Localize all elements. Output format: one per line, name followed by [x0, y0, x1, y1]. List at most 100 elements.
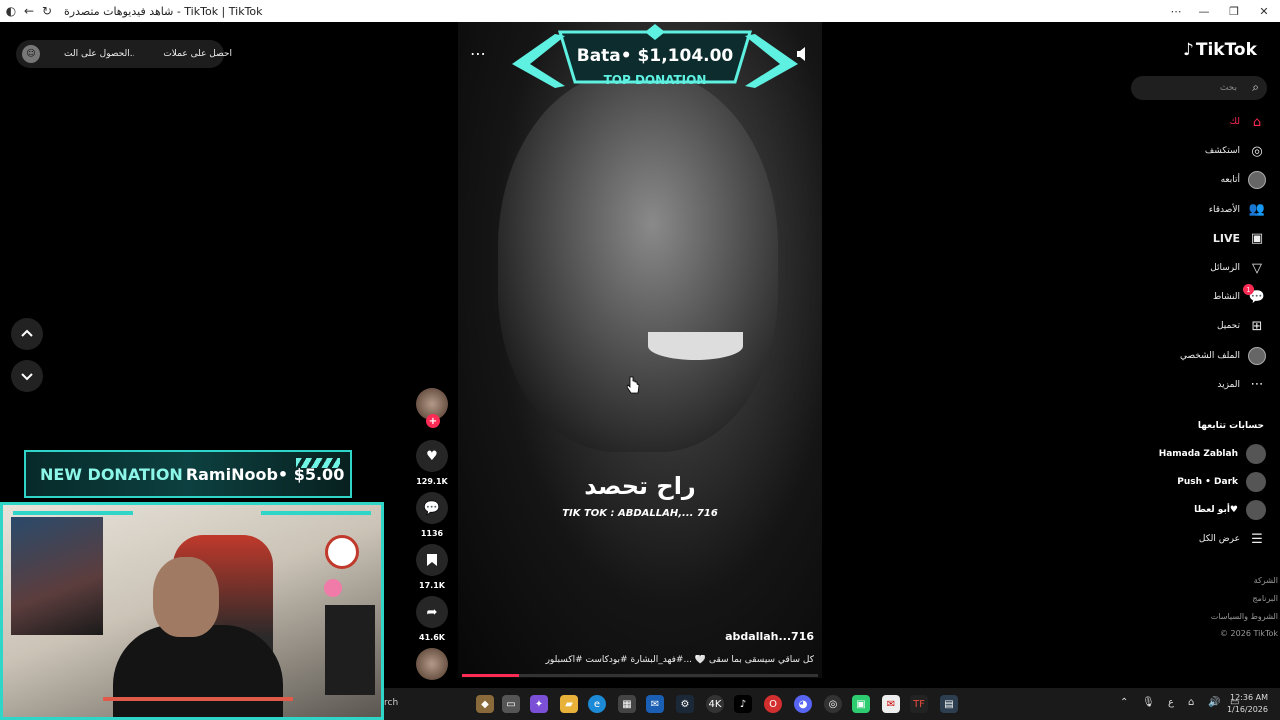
- discord-icon[interactable]: ◕: [794, 695, 812, 713]
- comment-button[interactable]: 💬: [416, 492, 448, 524]
- following-account[interactable]: Hamada Zablah: [1159, 443, 1266, 465]
- taskbar-search[interactable]: rch: [384, 698, 398, 708]
- get-coins-pill: ☺ الحصول على الت... احصل على عملات: [16, 40, 232, 68]
- sidebar-item-label: LIVE: [1212, 232, 1240, 246]
- app-4k-icon[interactable]: 4K: [706, 695, 724, 713]
- next-video-button[interactable]: [11, 360, 43, 392]
- donation-stripes: [296, 458, 340, 468]
- video-progress-fill: [462, 674, 519, 677]
- following-avatar-icon: [1248, 171, 1266, 190]
- comment-icon: 💬: [423, 500, 441, 516]
- streamer-body: [113, 625, 283, 717]
- video-subject: [498, 72, 778, 452]
- search-icon[interactable]: ⌕: [1252, 80, 1259, 95]
- sidebar-item-activity[interactable]: النشاط 💬 1: [1212, 284, 1266, 308]
- previous-video-button[interactable]: [11, 318, 43, 350]
- music-disc-avatar[interactable]: [416, 648, 448, 680]
- reload-icon[interactable]: ↻: [40, 4, 54, 18]
- like-count: 129.1K: [416, 477, 448, 486]
- share-button[interactable]: ➦: [416, 596, 448, 628]
- footer-terms[interactable]: الشروط والسياسات: [1211, 612, 1278, 621]
- screen-icon[interactable]: ▤: [940, 695, 958, 713]
- obs-icon[interactable]: ◎: [824, 695, 842, 713]
- video-more-icon[interactable]: ⋯: [470, 44, 487, 63]
- network-icon[interactable]: ⌂: [1188, 697, 1194, 708]
- sidebar-item-more[interactable]: المزيد ⋯: [1217, 374, 1266, 396]
- sidebar-item-label: استكشف: [1204, 146, 1240, 157]
- sidebar-item-label: المزيد: [1217, 379, 1240, 390]
- follow-plus-button[interactable]: +: [426, 414, 440, 428]
- avatar: [1246, 472, 1266, 492]
- sidebar-item-home[interactable]: لك ⌂: [1230, 111, 1266, 133]
- outlook-icon[interactable]: ✉: [646, 695, 664, 713]
- comment-count: 1136: [420, 529, 444, 538]
- minimize-icon[interactable]: —: [1190, 0, 1218, 22]
- tray-chevron-up-icon[interactable]: ⌃: [1120, 697, 1128, 708]
- upload-icon: ⊞: [1251, 318, 1263, 334]
- sidebar-item-label: أتابعه: [1220, 175, 1240, 186]
- taskbar: rch ◆ ▭ ✦ ▰ e ▦ ✉ ⚙ 4K ♪ O ◕ ◎ ▣ ✉ TF ▤ …: [384, 688, 1280, 720]
- back-icon[interactable]: ←: [22, 4, 36, 18]
- edge-icon[interactable]: e: [588, 695, 606, 713]
- sidebar-item-profile[interactable]: الملف الشخصي: [1180, 345, 1266, 367]
- top-donation-label: TOP DONATION: [603, 73, 707, 87]
- tf-icon[interactable]: TF: [910, 695, 928, 713]
- following-account-name: أبو لعطا♥: [1194, 505, 1238, 515]
- compass-icon: ◎: [1251, 143, 1263, 159]
- sidebar-item-messages[interactable]: الرسائل ▽: [1210, 257, 1266, 279]
- messages-icon: ▽: [1252, 260, 1262, 276]
- taskbar-clock[interactable]: 12:36 AM 1/16/2026: [1227, 692, 1268, 716]
- search-placeholder: بحث: [1219, 83, 1237, 93]
- steam-icon[interactable]: ⚙: [676, 695, 694, 713]
- speaker-icon[interactable]: 🔊: [1208, 697, 1220, 708]
- following-account[interactable]: Push • Dark: [1177, 471, 1266, 493]
- widget-icon[interactable]: ◆: [476, 695, 494, 713]
- sidebar-item-following-avatar[interactable]: أتابعه: [1221, 169, 1266, 191]
- copilot-icon[interactable]: ✦: [530, 695, 548, 713]
- top-donation-banner: Bata• $1,104.00 TOP DONATION: [510, 24, 800, 94]
- cam-frame-accent: [261, 511, 371, 515]
- sidebar-item-compass[interactable]: استكشف ◎: [1205, 140, 1266, 162]
- video-author[interactable]: abdallah...716: [650, 630, 814, 643]
- see-all-label: عرض الكل: [1198, 534, 1240, 544]
- video-progress-bar[interactable]: [462, 674, 818, 677]
- sidebar-item-label: تحميل: [1216, 321, 1240, 332]
- clock-date: 1/16/2026: [1226, 705, 1268, 714]
- sidebar-item-label: الأصدقاء: [1208, 204, 1240, 215]
- see-all-link[interactable]: عرض الكل ☰: [1199, 528, 1266, 550]
- following-account[interactable]: أبو لعطا♥: [1194, 499, 1266, 521]
- tiktok-taskbar-icon[interactable]: ♪: [734, 695, 752, 713]
- save-button[interactable]: [416, 544, 448, 576]
- save-count: 17.1K: [419, 581, 445, 590]
- video-player[interactable]: [458, 22, 822, 678]
- more-icon: ⋯: [1250, 377, 1264, 393]
- tiktok-logo[interactable]: ♪ TikTok: [1183, 40, 1257, 60]
- new-donation-overlay: NEW DONATION RamiNoob• $5.00: [24, 450, 352, 498]
- search-input[interactable]: بحث ⌕: [1131, 76, 1267, 100]
- sidebar-item-upload[interactable]: تحميل ⊞: [1217, 315, 1266, 337]
- like-button[interactable]: ♥: [416, 440, 448, 472]
- streamer-head: [153, 557, 219, 637]
- following-accounts-title: حسابات تتابعها: [1197, 421, 1264, 431]
- store-icon[interactable]: ▦: [618, 695, 636, 713]
- sidebar-item-friends[interactable]: الأصدقاء 👥: [1209, 199, 1266, 221]
- mail-icon[interactable]: ✉: [882, 695, 900, 713]
- opera-icon[interactable]: O: [764, 695, 782, 713]
- avatar[interactable]: ☺: [22, 45, 40, 63]
- microphone-icon[interactable]: 🎙: [1142, 697, 1155, 708]
- footer-program[interactable]: البرنامج: [1252, 594, 1278, 603]
- sidebar-item-live[interactable]: LIVE ▣: [1213, 228, 1266, 250]
- footer-company[interactable]: الشركة: [1254, 576, 1278, 585]
- language-indicator[interactable]: ع: [1168, 697, 1174, 708]
- get-coins-link[interactable]: احصل على عملات: [142, 49, 232, 59]
- get-app-link[interactable]: الحصول على الت...: [64, 49, 134, 59]
- menu-dots-icon[interactable]: ⋯: [1162, 0, 1190, 22]
- file-explorer-icon[interactable]: ▰: [560, 695, 578, 713]
- restore-icon[interactable]: ❐: [1220, 0, 1248, 22]
- task-view-icon[interactable]: ▭: [502, 695, 520, 713]
- game-icon[interactable]: ▣: [852, 695, 870, 713]
- friends-icon: 👥: [1248, 202, 1266, 218]
- close-icon[interactable]: ✕: [1250, 0, 1278, 22]
- sidebar-item-label: النشاط: [1212, 292, 1240, 303]
- cam-frame-accent: [103, 697, 293, 701]
